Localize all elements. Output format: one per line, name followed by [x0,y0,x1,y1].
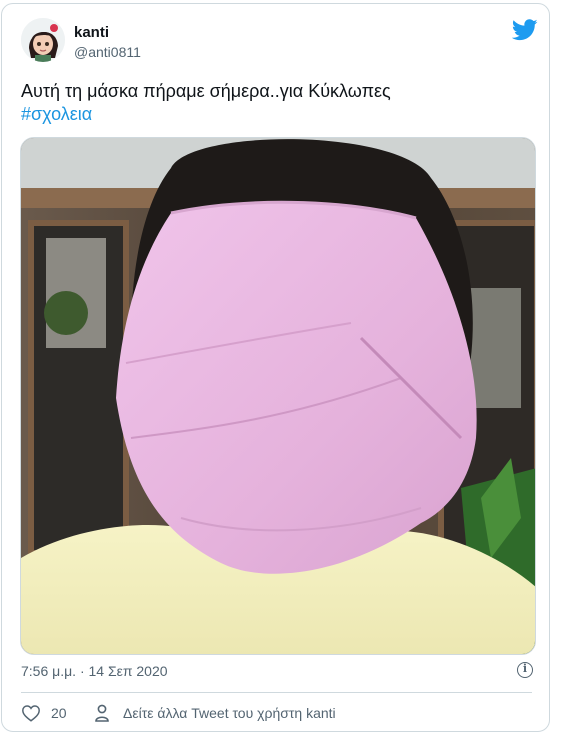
tweet-photo[interactable] [20,137,536,655]
heart-icon[interactable] [21,704,41,722]
tweet-text: Αυτή τη μάσκα πήραμε σήμερα..για Κύκλωπε… [21,80,521,126]
hashtag-link[interactable]: #σχολεια [21,104,92,124]
more-tweets-link[interactable]: Δείτε άλλα Tweet του χρήστη kanti [123,705,336,721]
person-icon [95,704,109,722]
like-count[interactable]: 20 [51,705,67,721]
avatar[interactable] [21,18,65,62]
tweet-timestamp[interactable]: 7:56 μ.μ. · 14 Σεπ 2020 [21,663,168,679]
info-icon[interactable] [517,662,533,678]
display-name[interactable]: kanti [74,24,109,41]
divider [21,692,532,693]
tweet-card[interactable]: kanti @anti0811 Αυτή τη μάσκα πήραμε σήμ… [1,3,550,732]
user-handle[interactable]: @anti0811 [74,44,141,60]
twitter-bird-icon[interactable] [512,19,538,41]
tweet-text-main: Αυτή τη μάσκα πήραμε σήμερα..για Κύκλωπε… [21,81,391,101]
